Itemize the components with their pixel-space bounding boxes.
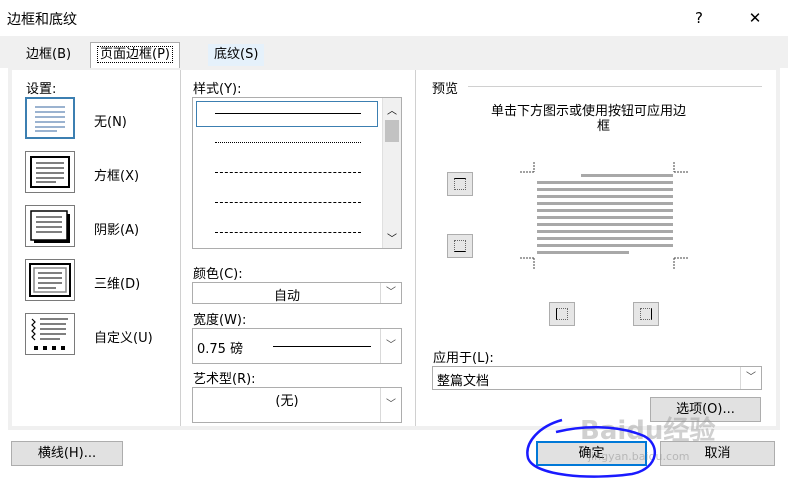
preview-text-line bbox=[537, 216, 673, 219]
help-button[interactable]: ? bbox=[676, 3, 722, 33]
scroll-thumb[interactable] bbox=[385, 120, 399, 142]
settings-label: 设置: bbox=[26, 82, 57, 97]
preview-text-line bbox=[537, 244, 673, 247]
width-label: 宽度(W): bbox=[193, 313, 247, 328]
color-combo[interactable]: 自动 ﹀ bbox=[192, 282, 402, 304]
setting-custom-label[interactable]: 自定义(U) bbox=[94, 327, 153, 346]
border-bottom-button[interactable] bbox=[447, 234, 473, 258]
border-left-button[interactable] bbox=[549, 302, 575, 326]
setting-3d-label[interactable]: 三维(D) bbox=[94, 273, 140, 292]
width-value: 0.75 磅 bbox=[197, 342, 244, 357]
tab-borders[interactable]: 边框(B) bbox=[20, 44, 78, 66]
preview-text-line bbox=[581, 174, 673, 177]
tab-page-border-label: 页面边框(P) bbox=[97, 46, 173, 63]
setting-box-label[interactable]: 方框(X) bbox=[94, 165, 139, 184]
style-short-dash-line[interactable] bbox=[215, 172, 361, 173]
preview-divider bbox=[468, 86, 762, 87]
title-bar bbox=[0, 0, 788, 36]
style-listbox[interactable]: ︿ ﹀ bbox=[192, 97, 402, 249]
dialog-title: 边框和底纹 bbox=[7, 12, 77, 28]
setting-none-button[interactable] bbox=[25, 97, 75, 139]
tab-page-border[interactable]: 页面边框(P) bbox=[90, 42, 180, 69]
preview-text-line bbox=[537, 230, 673, 233]
setting-none-icon bbox=[35, 106, 65, 132]
chevron-down-icon[interactable]: ﹀ bbox=[380, 283, 401, 303]
setting-shadow-icon bbox=[30, 210, 70, 243]
border-top-button[interactable] bbox=[447, 172, 473, 196]
color-value: 自动 bbox=[273, 289, 300, 304]
art-value: (无) bbox=[275, 394, 299, 409]
color-label: 颜色(C): bbox=[193, 267, 243, 282]
setting-3d-icon bbox=[29, 263, 71, 297]
style-scrollbar[interactable]: ︿ ﹀ bbox=[382, 98, 401, 248]
preview-text-line bbox=[537, 181, 673, 184]
setting-box-button[interactable] bbox=[25, 151, 75, 193]
border-top-icon bbox=[454, 178, 466, 190]
close-button[interactable]: ✕ bbox=[732, 3, 778, 33]
annotation-circle bbox=[526, 418, 657, 478]
apply-to-combo[interactable]: 整篇文档 ﹀ bbox=[432, 366, 762, 390]
style-label: 样式(Y): bbox=[193, 82, 242, 97]
width-sample-line bbox=[273, 346, 371, 347]
border-bottom-icon bbox=[454, 240, 466, 252]
setting-none-label[interactable]: 无(N) bbox=[94, 111, 127, 130]
art-label: 艺术型(R): bbox=[193, 372, 256, 387]
style-solid-line[interactable] bbox=[215, 113, 361, 114]
horizontal-line-button[interactable]: 横线(H)... bbox=[11, 441, 123, 466]
border-left-icon bbox=[556, 308, 568, 320]
apply-to-label: 应用于(L): bbox=[433, 351, 494, 366]
style-dotted-line[interactable] bbox=[215, 142, 361, 143]
chevron-down-icon[interactable]: ﹀ bbox=[380, 329, 401, 363]
preview-hint-line2: 框 bbox=[597, 119, 611, 134]
chevron-down-icon[interactable]: ﹀ bbox=[740, 367, 761, 389]
preview-text-line bbox=[537, 195, 673, 198]
setting-3d-button[interactable] bbox=[25, 259, 75, 301]
style-dash-line[interactable] bbox=[215, 202, 361, 203]
setting-shadow-button[interactable] bbox=[25, 205, 75, 247]
preview-text-line bbox=[537, 209, 673, 212]
border-right-icon bbox=[640, 308, 652, 320]
art-combo[interactable]: (无) ﹀ bbox=[192, 387, 402, 423]
chevron-down-icon[interactable]: ﹀ bbox=[380, 388, 401, 422]
width-combo[interactable]: 0.75 磅 ﹀ bbox=[192, 328, 402, 364]
scroll-down-icon[interactable]: ﹀ bbox=[387, 230, 397, 245]
preview-text-line bbox=[537, 202, 673, 205]
setting-shadow-label[interactable]: 阴影(A) bbox=[94, 219, 139, 238]
preview-text-line bbox=[537, 251, 629, 254]
setting-custom-icon bbox=[31, 318, 68, 350]
preview-text-line bbox=[537, 223, 673, 226]
style-selected-item[interactable] bbox=[196, 101, 378, 127]
preview-hint-line1: 单击下方图示或使用按钮可应用边 bbox=[491, 104, 687, 119]
setting-custom-button[interactable] bbox=[25, 313, 75, 355]
tab-shading[interactable]: 底纹(S) bbox=[208, 44, 265, 66]
preview-text-line bbox=[537, 237, 673, 240]
preview-text-line bbox=[537, 188, 673, 191]
apply-to-value: 整篇文档 bbox=[437, 374, 490, 389]
style-dash-dot-line[interactable] bbox=[215, 232, 361, 233]
scroll-up-icon[interactable]: ︿ bbox=[387, 102, 397, 117]
border-right-button[interactable] bbox=[633, 302, 659, 326]
setting-box-icon bbox=[30, 156, 70, 188]
preview-label: 预览 bbox=[432, 82, 459, 97]
